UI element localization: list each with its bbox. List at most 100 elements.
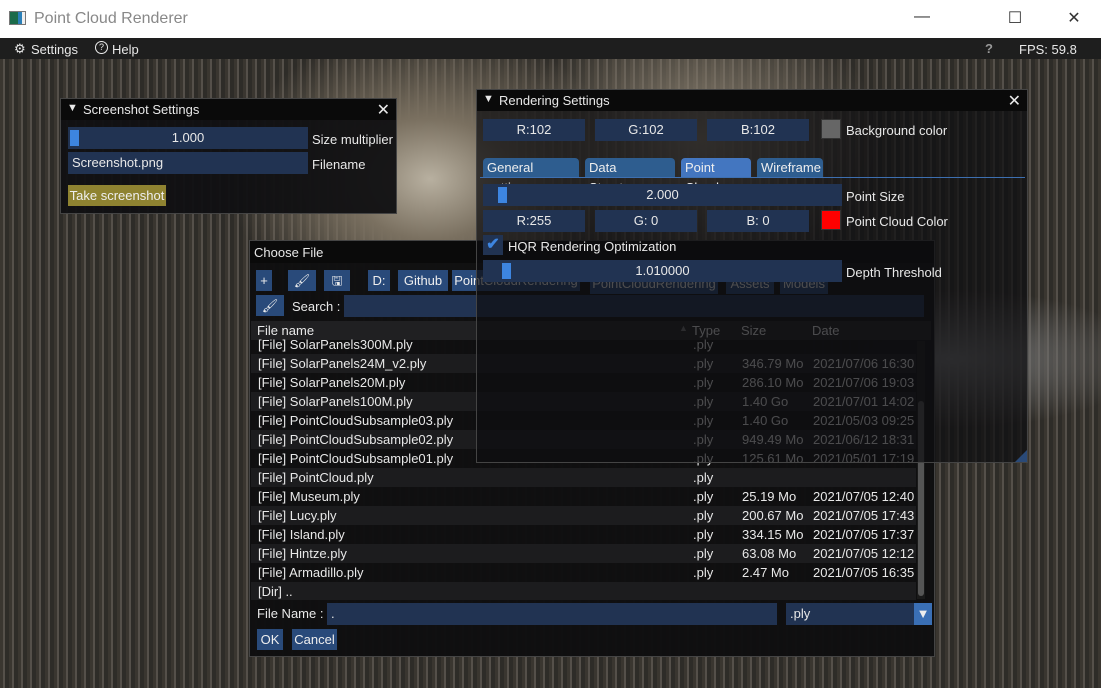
pc-color-swatch[interactable]: [821, 210, 841, 230]
path-segment[interactable]: D:: [368, 270, 390, 291]
file-name: [File] Island.ply: [258, 527, 345, 542]
gear-icon: ⚙: [14, 41, 26, 56]
new-folder-button[interactable]: +: [256, 270, 272, 291]
ok-button[interactable]: OK: [257, 629, 283, 650]
size-multiplier-slider[interactable]: 1.000: [68, 127, 308, 149]
file-row[interactable]: [File] PointCloud.ply .ply: [251, 468, 916, 487]
file-row[interactable]: [File] Armadillo.ply .ply 2.47 Mo 2021/07/0…: [251, 563, 916, 582]
chevron-down-icon[interactable]: ▼: [914, 603, 932, 625]
point-size-slider[interactable]: 2.000: [483, 184, 842, 206]
window-header[interactable]: ▼ Rendering Settings ✕: [477, 90, 1027, 111]
bg-green-field[interactable]: G:102: [595, 119, 697, 141]
menu-help[interactable]: Help: [112, 42, 139, 57]
close-button[interactable]: ✕: [1059, 8, 1089, 30]
file-row[interactable]: [File] Lucy.ply .ply 200.67 Mo 2021/07/05 1…: [251, 506, 916, 525]
file-name: [File] Museum.ply: [258, 489, 360, 504]
tab-point-cloud[interactable]: Point Cloud: [681, 158, 751, 195]
file-date: 2021/06/12 18:31: [813, 432, 915, 447]
bg-blue-field[interactable]: B:102: [707, 119, 809, 141]
collapse-icon[interactable]: ▼: [67, 102, 78, 114]
collapse-icon[interactable]: ▼: [483, 93, 494, 105]
pc-red-field[interactable]: R:255: [483, 210, 585, 232]
pc-blue-field[interactable]: B: 0: [707, 210, 809, 232]
bg-color-swatch[interactable]: [821, 119, 841, 139]
menu-settings[interactable]: Settings: [31, 42, 78, 57]
window-title: Point Cloud Renderer: [34, 10, 188, 27]
brush-icon[interactable]: 🖌: [288, 270, 316, 291]
file-row[interactable]: [File] PointCloudSubsample01.ply .ply 125.…: [251, 449, 916, 468]
file-size: 346.79 Mo: [742, 356, 804, 371]
bg-color-label: Background color: [846, 123, 948, 138]
window-title: Rendering Settings: [499, 93, 610, 108]
scrollbar-thumb[interactable]: [918, 401, 924, 596]
file-size: 200.67 Mo: [742, 508, 804, 523]
tab-data-structures[interactable]: Data Structures: [585, 158, 675, 195]
file-size: 125.61 Mo: [742, 451, 804, 466]
file-row[interactable]: [File] SolarPanels300M.ply .ply: [251, 335, 916, 354]
file-type: .ply: [693, 432, 714, 447]
depth-threshold-slider[interactable]: 1.010000: [483, 260, 842, 282]
tab-general-settings[interactable]: General settings: [483, 158, 579, 195]
file-type: .ply: [693, 413, 714, 428]
help-marker[interactable]: ?: [985, 41, 993, 56]
file-type: .ply: [693, 565, 714, 580]
screenshot-settings-window: ▼ Screenshot Settings ✕ 1.000 Size multi…: [60, 98, 397, 214]
file-type: .ply: [693, 375, 714, 390]
filter-select[interactable]: .ply: [786, 603, 914, 625]
file-date: 2021/07/05 16:35: [813, 565, 915, 580]
path-segment[interactable]: Github: [398, 270, 448, 291]
file-name: [File] SolarPanels24M_v2.ply: [258, 356, 427, 371]
file-name-input[interactable]: .: [327, 603, 777, 625]
scrollbar[interactable]: [917, 341, 925, 599]
window-header[interactable]: ▼ Screenshot Settings ✕: [61, 99, 396, 120]
file-name-label: File Name :: [257, 606, 324, 621]
tab-wireframe[interactable]: Wireframe: [757, 158, 823, 178]
close-icon[interactable]: ✕: [1008, 91, 1021, 111]
file-row[interactable]: [File] Island.ply .ply 334.15 Mo 2021/07/05…: [251, 525, 916, 544]
slider-value: 1.010000: [635, 263, 690, 278]
file-size: 1.40 Go: [742, 413, 789, 428]
file-row[interactable]: [File] SolarPanels100M.ply .ply 1.40 Go 202…: [251, 392, 916, 411]
file-date: 2021/07/05 17:43: [813, 508, 915, 523]
file-row[interactable]: [Dir] ..: [251, 582, 916, 600]
fps-counter: FPS: 59.8: [1019, 42, 1077, 57]
file-row[interactable]: [File] SolarPanels20M.ply .ply 286.10 Mo 20…: [251, 373, 916, 392]
help-icon: ?: [95, 41, 108, 54]
file-type: .ply: [693, 394, 714, 409]
slider-grab[interactable]: [502, 263, 511, 279]
file-date: 2021/07/01 14:02: [813, 394, 915, 409]
minimize-button[interactable]: —: [907, 8, 937, 30]
pc-green-field[interactable]: G: 0: [595, 210, 697, 232]
window-title: Choose File: [254, 245, 324, 260]
file-size: 25.19 Mo: [742, 489, 797, 504]
file-date: 2021/07/05 12:12: [813, 546, 915, 561]
file-type: .ply: [693, 546, 714, 561]
file-row[interactable]: [File] PointCloudSubsample02.ply .ply 949.…: [251, 430, 916, 449]
slider-grab[interactable]: [70, 130, 79, 146]
file-row[interactable]: [File] Museum.ply .ply 25.19 Mo 2021/07/05 …: [251, 487, 916, 506]
bg-red-field[interactable]: R:102: [483, 119, 585, 141]
tab-divider: [480, 177, 1025, 178]
filename-input[interactable]: Screenshot.png: [68, 152, 308, 174]
cancel-button[interactable]: Cancel: [292, 629, 337, 650]
resize-grip[interactable]: [1015, 450, 1027, 462]
filename-label: Filename: [312, 157, 366, 172]
file-row[interactable]: [File] PointCloudSubsample03.ply .ply 1.40…: [251, 411, 916, 430]
file-type: .ply: [693, 489, 714, 504]
file-name: [File] Armadillo.ply: [258, 565, 364, 580]
file-name: [File] PointCloudSubsample01.ply: [258, 451, 454, 466]
file-row[interactable]: [File] SolarPanels24M_v2.ply .ply 346.79 M…: [251, 354, 916, 373]
hqr-checkbox[interactable]: ✔: [483, 235, 503, 255]
clear-search-brush-icon[interactable]: 🖌: [256, 295, 284, 316]
save-icon[interactable]: 🖫: [324, 270, 350, 291]
file-name: [File] PointCloudSubsample03.ply: [258, 413, 454, 428]
file-type: .ply: [693, 470, 714, 485]
size-multiplier-label: Size multiplier: [312, 132, 393, 147]
file-size: 63.08 Mo: [742, 546, 797, 561]
slider-grab[interactable]: [498, 187, 507, 203]
take-screenshot-button[interactable]: Take screenshot: [68, 185, 166, 206]
file-row[interactable]: [File] Hintze.ply .ply 63.08 Mo 2021/07/05 …: [251, 544, 916, 563]
maximize-button[interactable]: ☐: [1000, 8, 1030, 30]
search-input[interactable]: [344, 295, 924, 317]
close-icon[interactable]: ✕: [377, 100, 390, 120]
